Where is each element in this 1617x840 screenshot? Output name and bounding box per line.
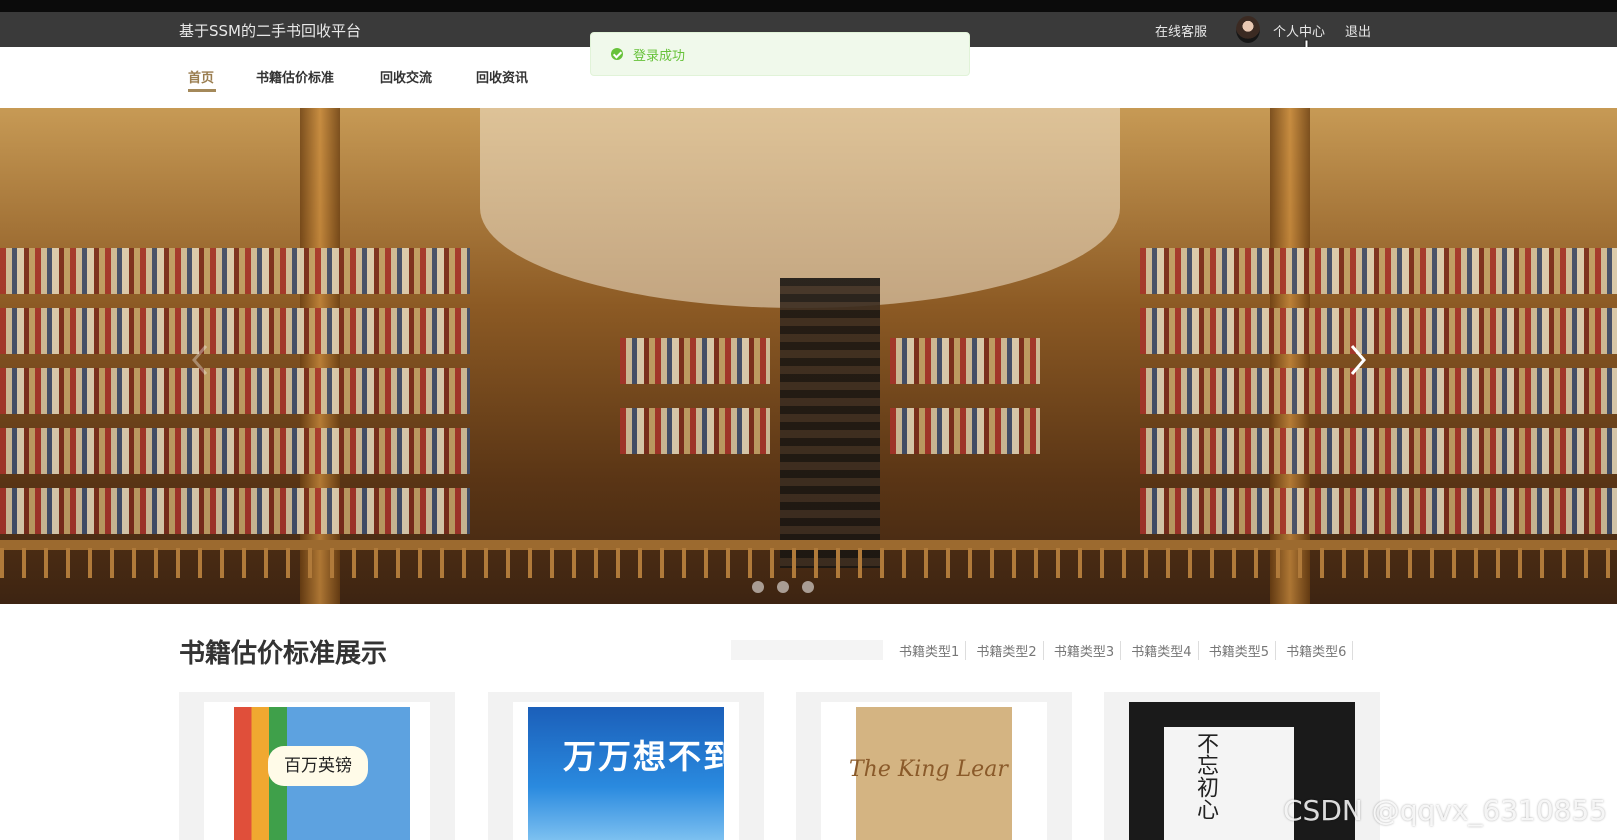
logout-link[interactable]: 退出 [1345, 21, 1371, 40]
user-avatar[interactable] [1236, 16, 1260, 43]
banner-bookshelf [0, 488, 470, 534]
category-tab-5[interactable]: 书籍类型5 [1203, 641, 1276, 660]
success-toast: 登录成功 [590, 32, 970, 76]
carousel-next-arrow-icon[interactable] [1342, 340, 1372, 380]
banner-bookshelf [0, 428, 470, 474]
banner-spiral-stair [780, 278, 880, 568]
watermark: CSDN @qqvx_6310855 [1283, 794, 1608, 827]
category-tab-3[interactable]: 书籍类型3 [1048, 641, 1122, 660]
banner-bookshelf [1140, 488, 1617, 534]
carousel-indicators [752, 578, 822, 593]
banner-bookshelf [890, 408, 1040, 454]
banner-railing [0, 548, 1617, 578]
browser-top-bar [0, 0, 1617, 12]
site-title: 基于SSM的二手书回收平台 [179, 22, 361, 40]
book-cover: 百万英镑 [204, 702, 430, 840]
carousel-prev-arrow-icon[interactable] [186, 340, 216, 380]
nav-recycle-news[interactable]: 回收资讯 [476, 67, 528, 86]
book-cover-title: The King Lear [849, 757, 1008, 782]
banner-bookshelf [0, 248, 470, 294]
banner-bookshelf [1140, 368, 1617, 414]
banner-carousel[interactable] [0, 108, 1617, 604]
nav-recycle-exchange[interactable]: 回收交流 [380, 67, 432, 86]
carousel-dot-3[interactable] [802, 581, 815, 593]
banner-bookshelf [890, 338, 1040, 384]
book-cover: The King Lear [821, 702, 1047, 840]
category-tab-4[interactable]: 书籍类型4 [1125, 641, 1199, 660]
carousel-dot-1[interactable] [752, 581, 764, 593]
carousel-dot-2[interactable] [777, 581, 790, 593]
section-title: 书籍估价标准展示 [179, 639, 388, 669]
category-tab-2[interactable]: 书籍类型2 [970, 641, 1044, 660]
category-search-box[interactable] [731, 640, 883, 660]
nav-home[interactable]: 首页 [188, 67, 214, 86]
online-service-link[interactable]: 在线客服 [1155, 21, 1207, 40]
banner-bookshelf [0, 368, 470, 414]
toast-message: 登录成功 [633, 49, 686, 64]
book-card[interactable]: 百万英镑 [179, 692, 455, 840]
banner-bookshelf [620, 408, 770, 454]
book-cover: 万万想不到 [513, 702, 739, 840]
banner-bookshelf [1140, 428, 1617, 474]
banner-bookshelf [0, 308, 470, 354]
book-card[interactable]: 万万想不到 [488, 692, 764, 840]
check-circle-icon [611, 48, 623, 60]
book-cover-title: 不忘初心 [1193, 732, 1218, 820]
book-cover-title: 万万想不到 [563, 737, 738, 776]
nav-active-indicator [188, 89, 216, 92]
banner-bookshelf [1140, 308, 1617, 354]
book-card[interactable]: The King Lear [796, 692, 1072, 840]
nav-book-valuation[interactable]: 书籍估价标准 [256, 67, 334, 86]
category-tab-1[interactable]: 书籍类型1 [893, 641, 967, 660]
banner-bookshelf [1140, 248, 1617, 294]
category-tab-6[interactable]: 书籍类型6 [1280, 641, 1354, 660]
banner-bookshelf [620, 338, 770, 384]
book-cover-title: 百万英镑 [268, 746, 368, 786]
category-tabs: 书籍类型1 书籍类型2 书籍类型3 书籍类型4 书籍类型5 书籍类型6 [893, 641, 1354, 660]
